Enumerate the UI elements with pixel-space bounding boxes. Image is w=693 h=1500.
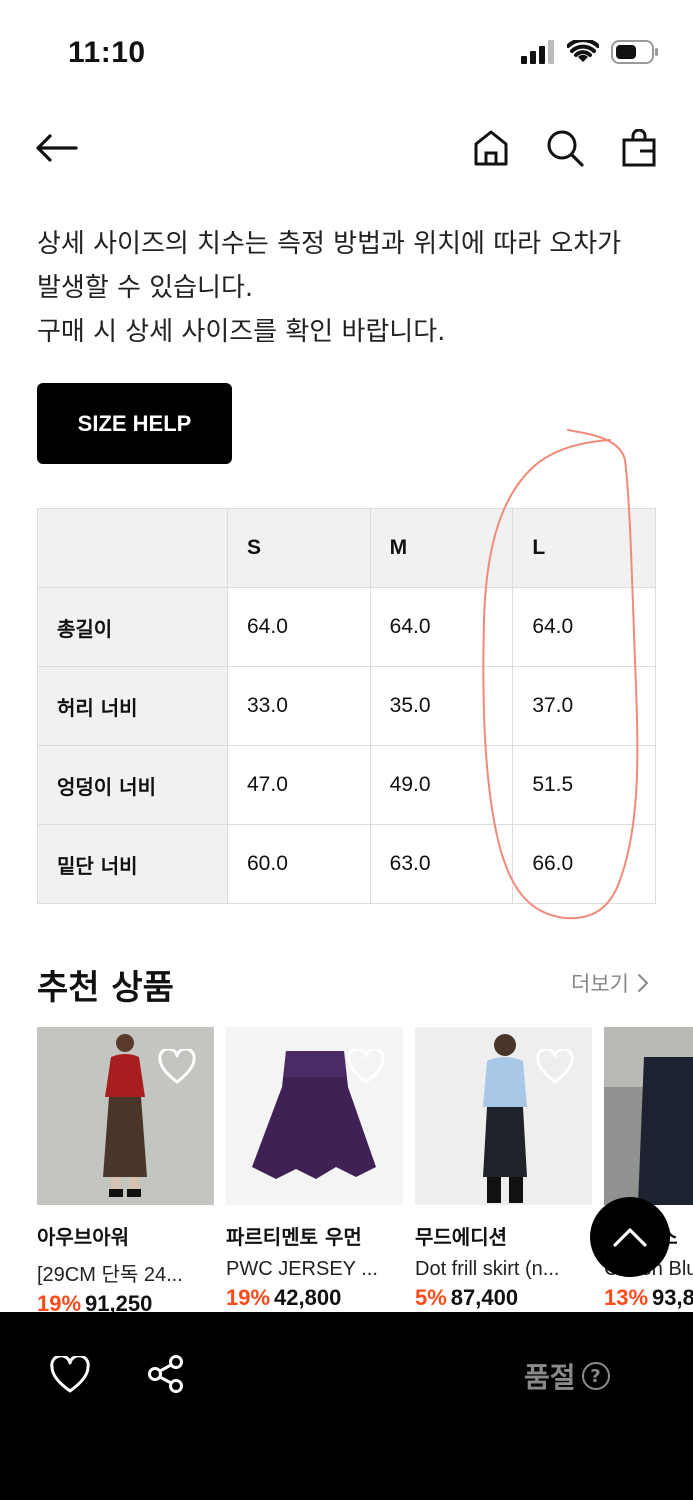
size-table-corner xyxy=(37,508,228,588)
search-icon xyxy=(547,130,584,167)
table-row: 밑단 너비 60.0 63.0 66.0 xyxy=(37,824,656,904)
row-label: 허리 너비 xyxy=(37,666,228,746)
product-discount: 13% xyxy=(604,1285,649,1310)
product-card[interactable]: 무드에디션 Dot frill skirt (n... 5% 87,400 xyxy=(415,1027,592,1311)
product-image[interactable] xyxy=(37,1027,214,1205)
size-col-header: L xyxy=(512,508,656,588)
size-table-header: S M L xyxy=(37,508,656,588)
table-cell: 47.0 xyxy=(227,745,371,825)
header-actions xyxy=(471,126,659,170)
table-cell: 37.0 xyxy=(512,666,656,746)
product-discount: 5% xyxy=(415,1285,447,1310)
chevron-right-icon xyxy=(638,974,649,992)
wifi-icon xyxy=(567,40,599,62)
more-link[interactable]: 더보기 xyxy=(571,968,649,998)
table-cell: 64.0 xyxy=(369,587,514,667)
cart-button[interactable] xyxy=(619,126,659,170)
product-brand: 무드에디션 xyxy=(415,1225,507,1249)
home-icon xyxy=(474,130,508,166)
help-icon[interactable]: ? xyxy=(581,1362,610,1390)
signal-icon xyxy=(521,40,554,64)
product-image[interactable] xyxy=(415,1027,592,1205)
size-help-button[interactable]: SIZE HELP xyxy=(37,383,232,464)
table-row: 엉덩이 너비 47.0 49.0 51.5 xyxy=(37,745,656,825)
table-cell: 51.5 xyxy=(512,745,656,825)
table-row: 총길이 64.0 64.0 64.0 xyxy=(37,587,656,667)
product-name: PWC JERSEY ... xyxy=(226,1258,378,1280)
notice-line-2: 발생할 수 있습니다. xyxy=(37,273,254,303)
product-image[interactable] xyxy=(226,1027,403,1205)
table-cell: 64.0 xyxy=(227,587,371,667)
chevron-up-icon xyxy=(613,1228,647,1247)
recommend-title: 추천 상품 xyxy=(37,968,174,1008)
product-photo xyxy=(604,1027,693,1205)
top-nav xyxy=(0,118,693,180)
product-card[interactable]: 파르티멘토 우먼 PWC JERSEY ... 19% 42,800 xyxy=(226,1027,403,1311)
table-row: 허리 너비 33.0 35.0 37.0 xyxy=(37,666,656,746)
table-cell: 60.0 xyxy=(227,824,371,904)
table-cell: 63.0 xyxy=(369,824,514,904)
product-price: 93,800 xyxy=(652,1285,693,1310)
more-label: 더보기 xyxy=(571,972,629,996)
heart-icon[interactable] xyxy=(158,1049,196,1085)
size-col-header: M xyxy=(369,508,514,588)
soldout-label: 품절 xyxy=(524,1361,576,1394)
table-cell: 33.0 xyxy=(227,666,371,746)
size-table: S M L 총길이 64.0 64.0 64.0 허리 너비 33.0 35.0… xyxy=(37,508,656,904)
soldout-button[interactable]: 품절 ? xyxy=(524,1356,610,1396)
table-cell: 66.0 xyxy=(512,824,656,904)
arrow-left-icon xyxy=(36,134,78,162)
product-brand: 파르티멘토 우먼 xyxy=(226,1225,362,1249)
battery-icon xyxy=(611,40,658,64)
product-carousel: 아우브아워 [29CM 단독 24... 19% 91,250 파르티멘토 우먼 … xyxy=(37,1027,693,1317)
status-icons xyxy=(521,40,659,64)
heart-icon[interactable] xyxy=(50,1356,90,1394)
product-image[interactable] xyxy=(604,1027,693,1205)
product-price: 87,400 xyxy=(450,1285,519,1310)
status-bar: 11:10 xyxy=(0,0,693,100)
product-card[interactable]: 아우브아워 [29CM 단독 24... 19% 91,250 xyxy=(37,1027,214,1317)
table-cell: 64.0 xyxy=(512,587,656,667)
row-label: 총길이 xyxy=(37,587,228,667)
size-notice: 상세 사이즈의 치수는 측정 방법과 위치에 따라 오차가 발생할 수 있습니다… xyxy=(37,222,667,354)
product-name: [29CM 단독 24... xyxy=(37,1264,183,1286)
product-name: Dot frill skirt (n... xyxy=(415,1258,560,1280)
product-discount: 19% xyxy=(226,1285,271,1310)
table-cell: 35.0 xyxy=(369,666,514,746)
share-icon[interactable] xyxy=(146,1354,186,1394)
scroll-to-top-button[interactable] xyxy=(590,1197,670,1277)
bottom-action-bar: 품절 ? xyxy=(0,1312,693,1500)
home-button[interactable] xyxy=(471,126,511,170)
product-price: 42,800 xyxy=(274,1285,342,1310)
product-price-row: 19% 42,800 xyxy=(226,1285,403,1311)
shopping-bag-icon xyxy=(622,129,656,167)
table-cell: 49.0 xyxy=(369,745,514,825)
product-brand: 아우브아워 xyxy=(37,1225,129,1249)
heart-icon[interactable] xyxy=(347,1049,385,1085)
product-price-row: 5% 87,400 xyxy=(415,1285,592,1311)
search-button[interactable] xyxy=(545,126,585,170)
row-label: 밑단 너비 xyxy=(37,824,228,904)
size-col-header: S xyxy=(227,508,371,588)
heart-icon[interactable] xyxy=(536,1049,574,1085)
notice-line-1: 상세 사이즈의 치수는 측정 방법과 위치에 따라 오차가 xyxy=(37,229,622,259)
status-time: 11:10 xyxy=(68,36,146,69)
product-price-row: 13%93,800 xyxy=(604,1285,693,1311)
row-label: 엉덩이 너비 xyxy=(37,745,228,825)
back-button[interactable] xyxy=(34,126,84,170)
notice-line-3: 구매 시 상세 사이즈를 확인 바랍니다. xyxy=(37,317,446,347)
